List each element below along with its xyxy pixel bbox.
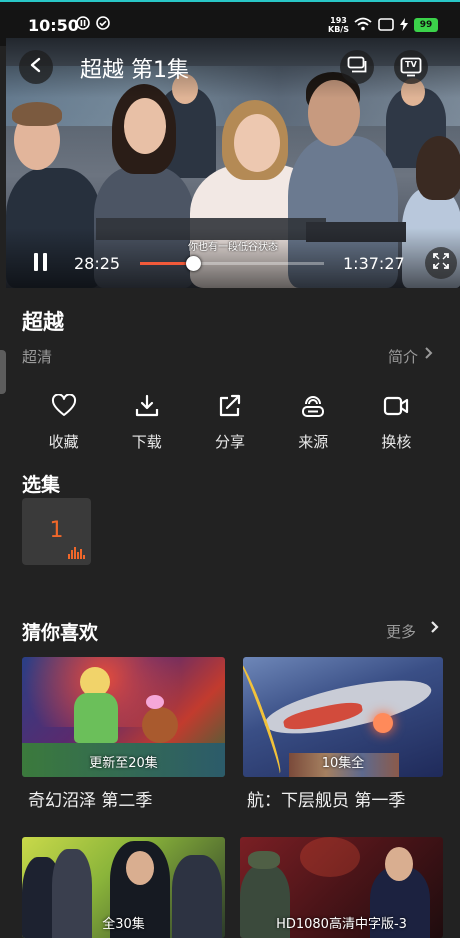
share-label: 分享 (215, 433, 246, 451)
play-pause-button[interactable] (32, 252, 52, 272)
source-label: 来源 (298, 433, 329, 451)
cast-screen-icon (347, 56, 367, 78)
recommend-card[interactable]: 10集全 (243, 657, 443, 777)
switch-core-button[interactable]: 换核 (355, 394, 438, 454)
screen-icon (378, 18, 394, 35)
source-button[interactable]: 来源 (272, 394, 355, 454)
card-badge: 全30集 (102, 917, 145, 932)
tv-icon: TV (400, 57, 422, 77)
total-time: 1:37:27 (343, 254, 405, 273)
network-speed: 193 KB/S (328, 16, 349, 34)
charging-icon (400, 18, 408, 35)
episodes-heading: 选集 (22, 474, 61, 496)
show-title: 超越 (22, 310, 64, 334)
recommend-card[interactable]: 更新至20集 (22, 657, 225, 777)
download-button[interactable]: 下载 (105, 394, 188, 454)
side-drawer-handle[interactable] (0, 350, 6, 394)
tv-icon-label: TV (405, 60, 417, 69)
current-time: 28:25 (74, 254, 121, 273)
wifi-icon (354, 17, 372, 35)
favorite-button[interactable]: 收藏 (22, 393, 105, 454)
video-player[interactable]: 超越 第1集 TV 你也有一段低谷状态 28:25 1:37:27 (6, 38, 460, 288)
seek-handle[interactable] (185, 256, 201, 271)
network-speed-value: 193 (330, 16, 347, 25)
heart-icon (51, 393, 77, 422)
battery-level: 99 (414, 18, 438, 32)
share-button[interactable]: 分享 (188, 394, 271, 454)
recommend-card[interactable]: 全30集 (22, 837, 225, 938)
chevron-right-icon[interactable] (424, 345, 434, 365)
recommend-card[interactable]: HD1080高清中字版-3 (240, 837, 443, 938)
fullscreen-icon (433, 253, 449, 273)
now-playing-icon (68, 547, 85, 559)
card-title[interactable]: 航：下层舰员 第一季 (247, 786, 447, 811)
chevron-right-icon[interactable] (430, 619, 440, 640)
download-label: 下载 (131, 433, 162, 451)
check-circle-icon (96, 16, 110, 34)
episode-number: 1 (49, 518, 64, 543)
intro-link[interactable]: 简介 (388, 346, 418, 367)
cast-button[interactable] (340, 50, 374, 84)
source-icon (300, 394, 326, 422)
download-icon (134, 394, 160, 422)
switch-core-label: 换核 (381, 433, 412, 451)
tv-button[interactable]: TV (394, 50, 428, 84)
card-title[interactable]: 奇幻沼泽 第二季 (28, 786, 228, 811)
network-speed-unit: KB/S (328, 25, 349, 34)
status-time: 10:50 (28, 16, 79, 35)
fullscreen-button[interactable] (425, 247, 457, 279)
seek-bar[interactable] (140, 256, 324, 271)
more-link[interactable]: 更多 (386, 621, 416, 642)
card-badge: HD1080高清中字版-3 (276, 917, 407, 932)
card-badge: 10集全 (321, 756, 365, 771)
episode-tile[interactable]: 1 (22, 498, 91, 565)
recommend-heading: 猜你喜欢 (22, 622, 99, 644)
switch-core-icon (383, 394, 409, 422)
quality-label[interactable]: 超清 (22, 346, 52, 367)
action-bar: 收藏 下载 分享 来源 换核 (22, 393, 438, 454)
card-badge: 更新至20集 (89, 756, 158, 771)
player-title: 超越 第1集 (80, 58, 189, 83)
video-subtitle: 你也有一段低谷状态 (188, 242, 278, 253)
share-icon (217, 394, 243, 422)
pause-icon (76, 16, 90, 34)
favorite-label: 收藏 (48, 433, 79, 451)
back-arrow-icon (29, 57, 43, 77)
pause-icon (32, 253, 50, 276)
back-button[interactable] (19, 50, 53, 84)
